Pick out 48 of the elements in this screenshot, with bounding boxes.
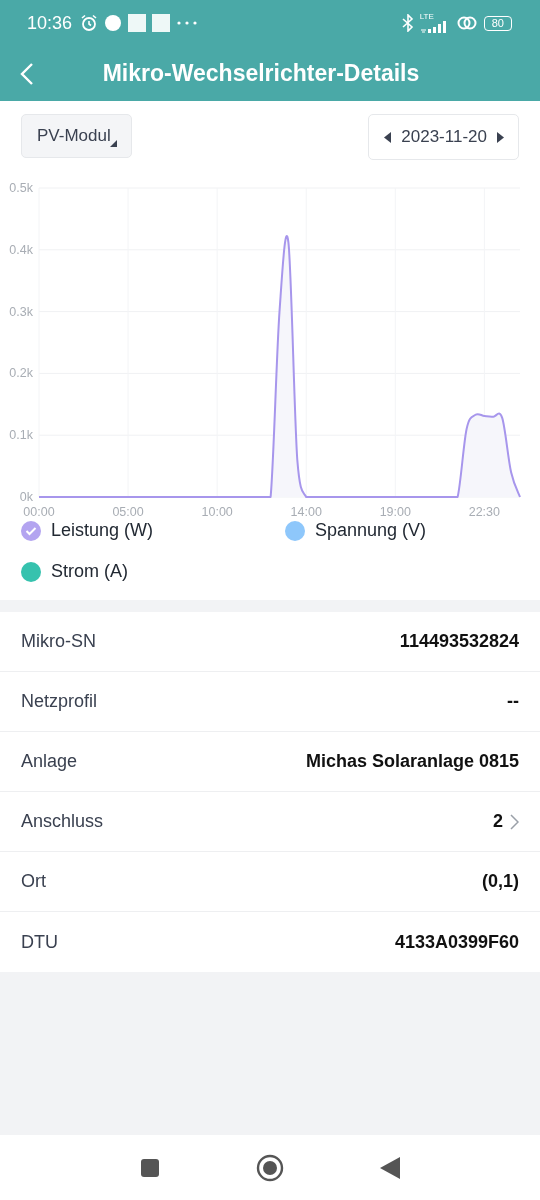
y-axis-label: 0.5k xyxy=(9,181,33,195)
date-picker[interactable]: 2023-11-20 xyxy=(368,114,519,160)
y-axis-label: 0.3k xyxy=(9,304,33,319)
next-icon[interactable] xyxy=(497,131,504,143)
more-icon xyxy=(176,20,199,26)
x-axis-label: 14:00 xyxy=(290,505,322,519)
legend-item[interactable]: Spannung (V) xyxy=(285,520,427,541)
dropdown-corner-icon xyxy=(109,140,117,147)
bluetooth-icon xyxy=(401,14,414,32)
x-axis-label: 05:00 xyxy=(112,505,144,519)
y-axis-label: 0.4k xyxy=(9,242,33,257)
x-axis-label: 10:00 xyxy=(201,505,233,519)
notification-icon xyxy=(152,14,171,32)
legend-item[interactable]: Strom (A) xyxy=(21,561,128,582)
alarm-icon xyxy=(80,14,99,32)
date-value: 2023-11-20 xyxy=(401,127,487,147)
previous-icon[interactable] xyxy=(384,131,392,143)
x-axis-label: 00:00 xyxy=(23,505,55,519)
detail-label: Ort xyxy=(21,871,46,892)
y-axis-label: 0k xyxy=(19,490,33,504)
detail-label: Netzprofil xyxy=(21,691,98,712)
detail-label: Mikro-SN xyxy=(21,631,96,652)
y-axis-label: 0.1k xyxy=(9,428,33,443)
home-icon[interactable] xyxy=(256,1153,284,1182)
network-label: LTE xyxy=(419,13,434,21)
x-axis-label: 19:00 xyxy=(379,505,411,519)
detail-label: Anschluss xyxy=(21,811,104,832)
module-dropdown[interactable]: PV-Modul xyxy=(21,114,132,158)
detail-label: DTU xyxy=(21,931,58,953)
page-title: Mikro-Wechselrichter-Details xyxy=(101,60,421,87)
chevron-right-icon[interactable] xyxy=(510,813,519,830)
x-axis-label: 22:30 xyxy=(468,505,500,519)
link-icon xyxy=(455,15,478,31)
battery-indicator: 80 xyxy=(483,15,512,31)
detail-value: 2 xyxy=(493,811,503,832)
notification-icon xyxy=(128,14,147,32)
legend-item[interactable]: Leistung (W) xyxy=(21,520,154,541)
detail-value: Michas Solaranlage 0815 xyxy=(305,751,519,772)
notification-icon xyxy=(104,14,123,32)
detail-label: Anlage xyxy=(21,751,78,772)
detail-value: -- xyxy=(507,691,519,712)
back-icon[interactable] xyxy=(380,1156,400,1179)
detail-value: 4133A0399F60 xyxy=(394,931,519,953)
detail-value: 114493532824 xyxy=(399,631,519,652)
detail-value: (0,1) xyxy=(482,871,519,892)
recent-apps-icon[interactable] xyxy=(140,1157,160,1178)
y-axis-label: 0.2k xyxy=(9,366,33,381)
status-time: 10:36 xyxy=(27,12,73,34)
